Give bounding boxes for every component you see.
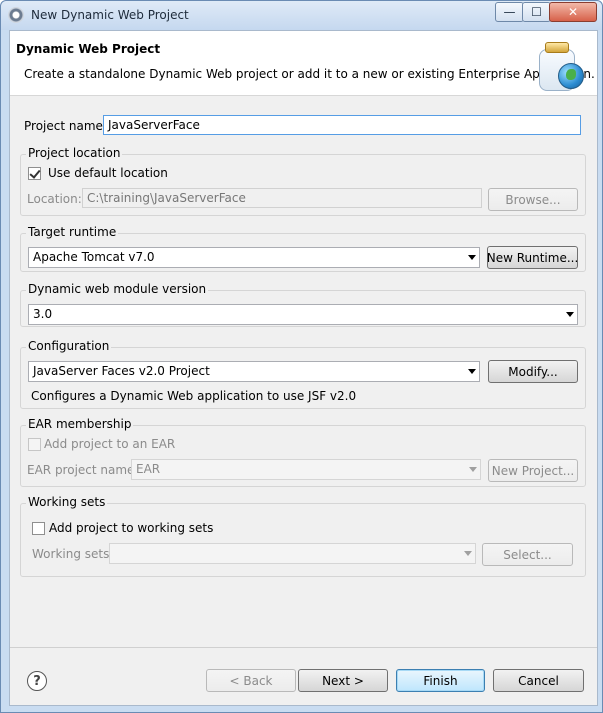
add-to-working-sets-label[interactable]: Add project to working sets bbox=[49, 521, 213, 535]
configuration-description: Configures a Dynamic Web application to … bbox=[31, 389, 357, 403]
add-to-ear-label[interactable]: Add project to an EAR bbox=[44, 437, 175, 451]
wizard-header: Dynamic Web Project Create a standalone … bbox=[10, 31, 597, 96]
title-bar[interactable]: New Dynamic Web Project — ☐ ✕ bbox=[1, 1, 602, 30]
next-button[interactable]: Next > bbox=[298, 669, 388, 692]
add-to-working-sets-checkbox[interactable] bbox=[32, 522, 45, 535]
target-runtime-title: Target runtime bbox=[26, 225, 119, 239]
project-name-input[interactable]: JavaServerFace bbox=[103, 115, 581, 135]
use-default-location-label[interactable]: Use default location bbox=[48, 166, 168, 180]
help-icon[interactable]: ? bbox=[27, 671, 47, 691]
chevron-down-icon bbox=[468, 255, 476, 260]
ear-project-name-label: EAR project name: bbox=[27, 463, 139, 477]
target-runtime-value: Apache Tomcat v7.0 bbox=[33, 250, 155, 264]
select-working-sets-button[interactable]: Select... bbox=[482, 543, 573, 566]
new-ear-project-button[interactable]: New Project... bbox=[488, 459, 578, 482]
close-button[interactable]: ✕ bbox=[549, 2, 597, 22]
cancel-button[interactable]: Cancel bbox=[493, 669, 584, 692]
ear-membership-title: EAR membership bbox=[26, 417, 134, 431]
project-name-label: Project name: bbox=[24, 119, 107, 133]
browse-button[interactable]: Browse... bbox=[488, 188, 578, 211]
wizard-banner-icon bbox=[533, 39, 585, 91]
module-version-title: Dynamic web module version bbox=[26, 282, 209, 296]
page-description: Create a standalone Dynamic Web project … bbox=[24, 67, 595, 81]
globe-icon bbox=[558, 63, 584, 89]
configuration-select[interactable]: JavaServer Faces v2.0 Project bbox=[28, 361, 480, 382]
project-location-title: Project location bbox=[26, 146, 123, 160]
jar-lid-icon bbox=[545, 42, 569, 53]
chevron-down-icon bbox=[468, 369, 476, 374]
window-title: New Dynamic Web Project bbox=[31, 8, 189, 22]
location-label: Location: bbox=[27, 192, 82, 206]
configuration-title: Configuration bbox=[26, 339, 112, 353]
configuration-value: JavaServer Faces v2.0 Project bbox=[33, 364, 210, 378]
finish-button[interactable]: Finish bbox=[396, 669, 485, 692]
maximize-button[interactable]: ☐ bbox=[522, 2, 551, 22]
wizard-client: Dynamic Web Project Create a standalone … bbox=[9, 30, 598, 706]
wizard-window: New Dynamic Web Project — ☐ ✕ Dynamic We… bbox=[0, 0, 603, 713]
target-runtime-select[interactable]: Apache Tomcat v7.0 bbox=[28, 247, 480, 268]
ear-project-select[interactable]: EAR bbox=[131, 459, 481, 480]
minimize-button[interactable]: — bbox=[495, 2, 524, 22]
add-to-ear-checkbox[interactable] bbox=[28, 438, 41, 451]
ear-project-value: EAR bbox=[136, 462, 161, 476]
chevron-down-icon bbox=[566, 312, 574, 317]
eclipse-icon bbox=[8, 7, 24, 23]
location-input[interactable]: C:\training\JavaServerFace bbox=[82, 188, 482, 208]
module-version-value: 3.0 bbox=[33, 307, 53, 321]
use-default-location-checkbox[interactable] bbox=[28, 167, 41, 180]
page-title: Dynamic Web Project bbox=[16, 42, 161, 56]
back-button[interactable]: < Back bbox=[206, 669, 296, 692]
working-sets-label: Working sets: bbox=[32, 547, 114, 561]
footer-separator bbox=[10, 647, 597, 648]
module-version-select[interactable]: 3.0 bbox=[28, 304, 578, 325]
working-sets-select[interactable] bbox=[109, 543, 476, 564]
new-runtime-button[interactable]: New Runtime... bbox=[487, 246, 578, 269]
chevron-down-icon bbox=[464, 551, 472, 556]
modify-button[interactable]: Modify... bbox=[488, 360, 578, 383]
chevron-down-icon bbox=[469, 467, 477, 472]
working-sets-title: Working sets bbox=[26, 495, 108, 509]
